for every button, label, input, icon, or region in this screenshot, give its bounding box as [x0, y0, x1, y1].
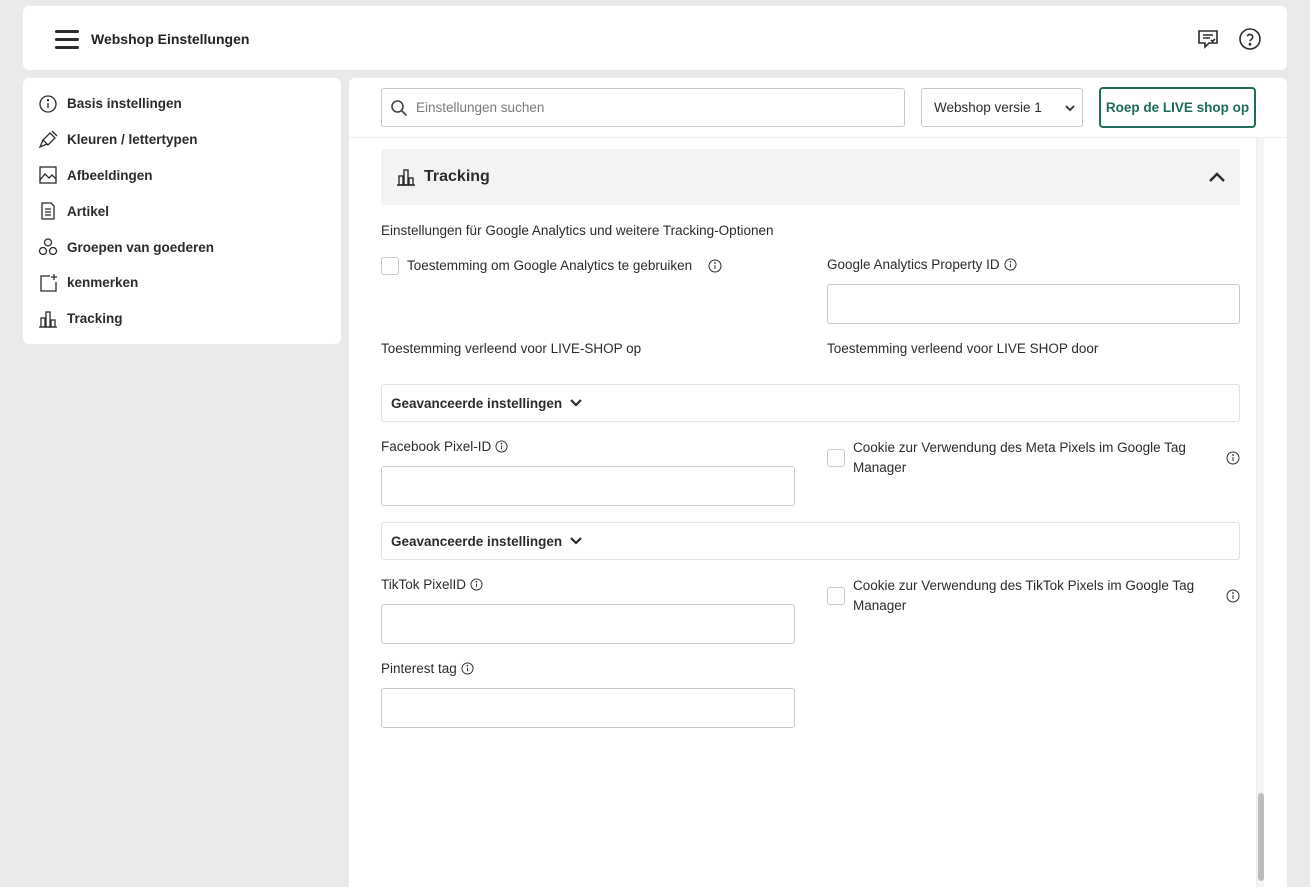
chevron-up-icon[interactable] — [1208, 169, 1226, 185]
sidebar-item-kleuren[interactable]: Kleuren / lettertypen — [23, 122, 341, 158]
app-header: Webshop Einstellungen — [23, 6, 1287, 70]
consent-by-label: Toestemming verleend voor LIVE SHOP door — [827, 341, 1099, 356]
info-icon[interactable] — [708, 259, 722, 273]
tiktok-cookie-checkbox[interactable] — [827, 587, 845, 605]
facebook-pixel-label: Facebook Pixel-ID — [381, 439, 508, 454]
groups-icon — [38, 238, 58, 256]
attribute-add-icon — [40, 273, 57, 292]
tiktok-cookie-label: Cookie zur Verwendung des TikTok Pixels … — [853, 578, 1195, 613]
sidebar-item-label: kenmerken — [67, 275, 139, 291]
advanced-settings-toggle[interactable]: Geavanceerde instellingen — [381, 522, 1240, 560]
facebook-pixel-field — [381, 466, 795, 506]
pinterest-tag-label-text: Pinterest tag — [381, 661, 457, 676]
version-select[interactable]: Webshop versie 1 — [921, 88, 1083, 127]
pinterest-tag-input[interactable] — [382, 689, 794, 727]
main-panel: Webshop versie 1 Roep de LIVE shop op Tr… — [349, 78, 1287, 887]
advanced-settings-toggle[interactable]: Geavanceerde instellingen — [381, 384, 1240, 422]
sidebar-item-basis-instellingen[interactable]: Basis instellingen — [23, 86, 341, 122]
sidebar-item-label: Kleuren / lettertypen — [67, 132, 198, 148]
version-select-value: Webshop versie 1 — [934, 100, 1042, 115]
paint-icon — [38, 130, 58, 148]
sidebar-item-label: Groepen van goederen — [67, 239, 215, 255]
sidebar-item-label: Afbeeldingen — [67, 167, 153, 183]
facebook-pixel-label-text: Facebook Pixel-ID — [381, 439, 492, 454]
tiktok-pixel-label: TikTok PixelID — [381, 577, 483, 592]
bar-chart-icon — [397, 169, 415, 186]
tiktok-pixel-input[interactable] — [382, 605, 794, 643]
info-icon[interactable] — [1226, 451, 1240, 465]
sidebar-item-artikel[interactable]: Artikel — [23, 193, 341, 229]
ga-property-label-text: Google Analytics Property ID — [827, 257, 1000, 272]
image-icon — [39, 166, 57, 185]
feedback-icon[interactable] — [1196, 27, 1220, 51]
ga-property-input[interactable] — [828, 285, 1239, 323]
info-icon[interactable] — [461, 662, 474, 675]
sidebar-item-kenmerken[interactable]: kenmerken — [23, 265, 341, 301]
scrollbar[interactable] — [1256, 138, 1264, 887]
section-title: Tracking — [424, 168, 490, 185]
advanced-settings-label: Geavanceerde instellingen — [391, 395, 563, 411]
chevron-down-icon — [570, 537, 582, 545]
ga-property-label: Google Analytics Property ID — [827, 257, 1017, 272]
sidebar-item-label: Artikel — [67, 203, 110, 219]
chevron-down-icon — [1065, 105, 1075, 112]
ga-property-field — [827, 284, 1240, 324]
meta-cookie-checkbox[interactable] — [827, 449, 845, 467]
sidebar-item-label: Basis instellingen — [67, 96, 182, 112]
info-icon[interactable] — [1004, 258, 1017, 271]
search-icon — [391, 99, 408, 116]
help-icon[interactable] — [1238, 27, 1262, 51]
advanced-settings-label: Geavanceerde instellingen — [391, 533, 563, 549]
tiktok-pixel-field — [381, 604, 795, 644]
section-header-tracking[interactable]: Tracking — [381, 149, 1240, 205]
pinterest-tag-field — [381, 688, 795, 728]
sidebar-item-label: Tracking — [67, 311, 123, 327]
info-icon[interactable] — [1226, 589, 1240, 603]
page-title: Webshop Einstellungen — [91, 31, 250, 47]
chevron-down-icon — [570, 399, 582, 407]
info-icon[interactable] — [495, 440, 508, 453]
document-icon — [41, 202, 55, 220]
search-input[interactable] — [416, 100, 886, 115]
sidebar: Basis instellingen Kleuren / lettertypen… — [23, 78, 341, 344]
tiktok-pixel-label-text: TikTok PixelID — [381, 577, 467, 592]
scrollbar-thumb[interactable] — [1258, 793, 1264, 881]
facebook-pixel-input[interactable] — [382, 467, 794, 505]
sidebar-item-tracking[interactable]: Tracking — [23, 301, 341, 337]
search-box — [381, 88, 905, 127]
ga-consent-label: Toestemming om Google Analytics te gebru… — [407, 258, 693, 273]
info-icon[interactable] — [470, 578, 483, 591]
sidebar-item-afbeeldingen[interactable]: Afbeeldingen — [23, 158, 341, 194]
consent-on-label: Toestemming verleend voor LIVE-SHOP op — [381, 341, 642, 356]
pinterest-tag-label: Pinterest tag — [381, 661, 474, 676]
info-icon — [39, 95, 57, 113]
sidebar-item-groepen[interactable]: Groepen van goederen — [23, 229, 341, 265]
open-live-shop-button[interactable]: Roep de LIVE shop op — [1099, 87, 1256, 128]
ga-consent-checkbox[interactable] — [381, 257, 399, 275]
meta-cookie-label: Cookie zur Verwendung des Meta Pixels im… — [853, 440, 1186, 475]
toolbar: Webshop versie 1 Roep de LIVE shop op — [349, 78, 1287, 138]
bar-chart-icon — [39, 311, 57, 328]
menu-icon[interactable] — [55, 30, 79, 49]
section-description: Einstellungen für Google Analytics und w… — [381, 223, 774, 238]
